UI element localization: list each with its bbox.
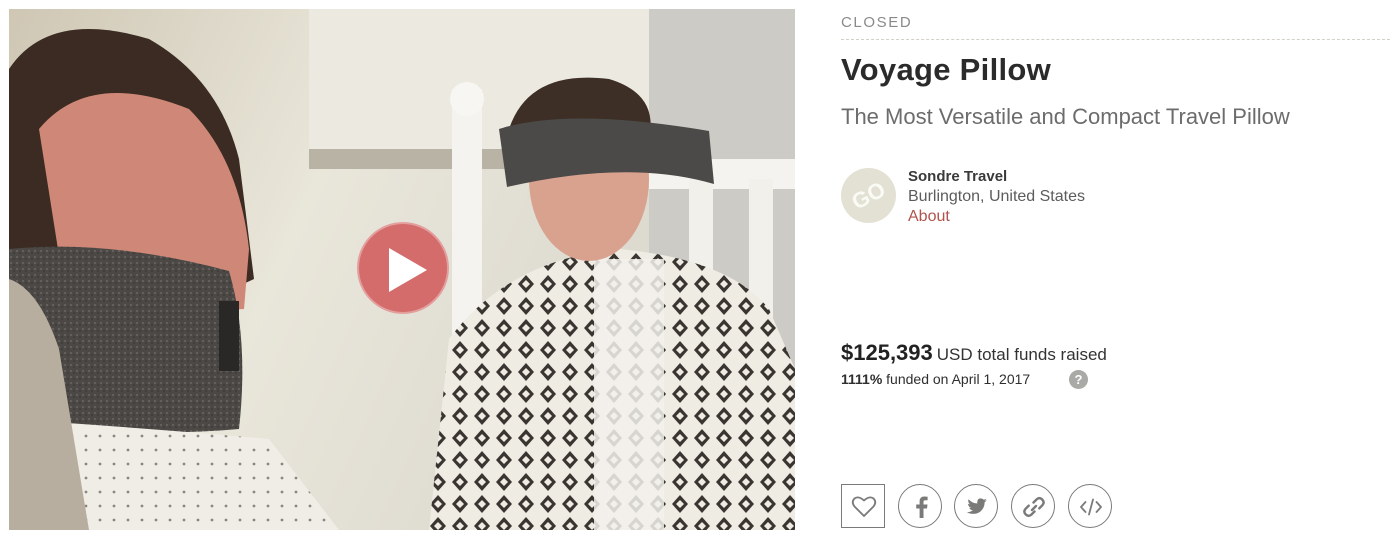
link-icon	[1023, 496, 1045, 518]
creator-avatar-initials: GO	[847, 176, 890, 215]
campaign-video[interactable]	[9, 9, 795, 530]
share-facebook-button[interactable]	[898, 484, 942, 528]
embed-button[interactable]	[1068, 484, 1112, 528]
embed-code-icon	[1080, 498, 1102, 516]
question-mark-icon[interactable]: ?	[1069, 370, 1088, 389]
creator-avatar[interactable]: GO	[841, 168, 896, 223]
play-video-button[interactable]	[357, 222, 449, 314]
twitter-icon	[966, 498, 987, 514]
status-divider	[841, 39, 1390, 40]
campaign-title: Voyage Pillow	[841, 52, 1052, 87]
campaign-status-label: CLOSED	[841, 14, 913, 31]
share-twitter-button[interactable]	[954, 484, 998, 528]
funds-label: USD total funds raised	[936, 345, 1107, 364]
funded-percent: 1111%	[841, 371, 883, 387]
funded-status: 1111% funded on April 1, 2017	[841, 371, 1030, 387]
campaign-info-panel: CLOSED Voyage Pillow The Most Versatile …	[841, 0, 1390, 543]
play-icon	[389, 248, 427, 292]
campaign-subtitle: The Most Versatile and Compact Travel Pi…	[841, 104, 1290, 129]
funded-date-text: funded on April 1, 2017	[886, 371, 1031, 387]
copy-link-button[interactable]	[1011, 484, 1055, 528]
creator-location: Burlington, United States	[908, 188, 1085, 205]
funds-amount: $125,393	[841, 340, 933, 365]
heart-icon	[851, 496, 877, 517]
creator-name[interactable]: Sondre Travel	[908, 168, 1007, 185]
creator-about-link[interactable]: About	[908, 208, 950, 226]
follow-button[interactable]	[841, 484, 885, 528]
funds-raised: $125,393 USD total funds raised	[841, 340, 1107, 366]
facebook-icon	[916, 496, 928, 518]
